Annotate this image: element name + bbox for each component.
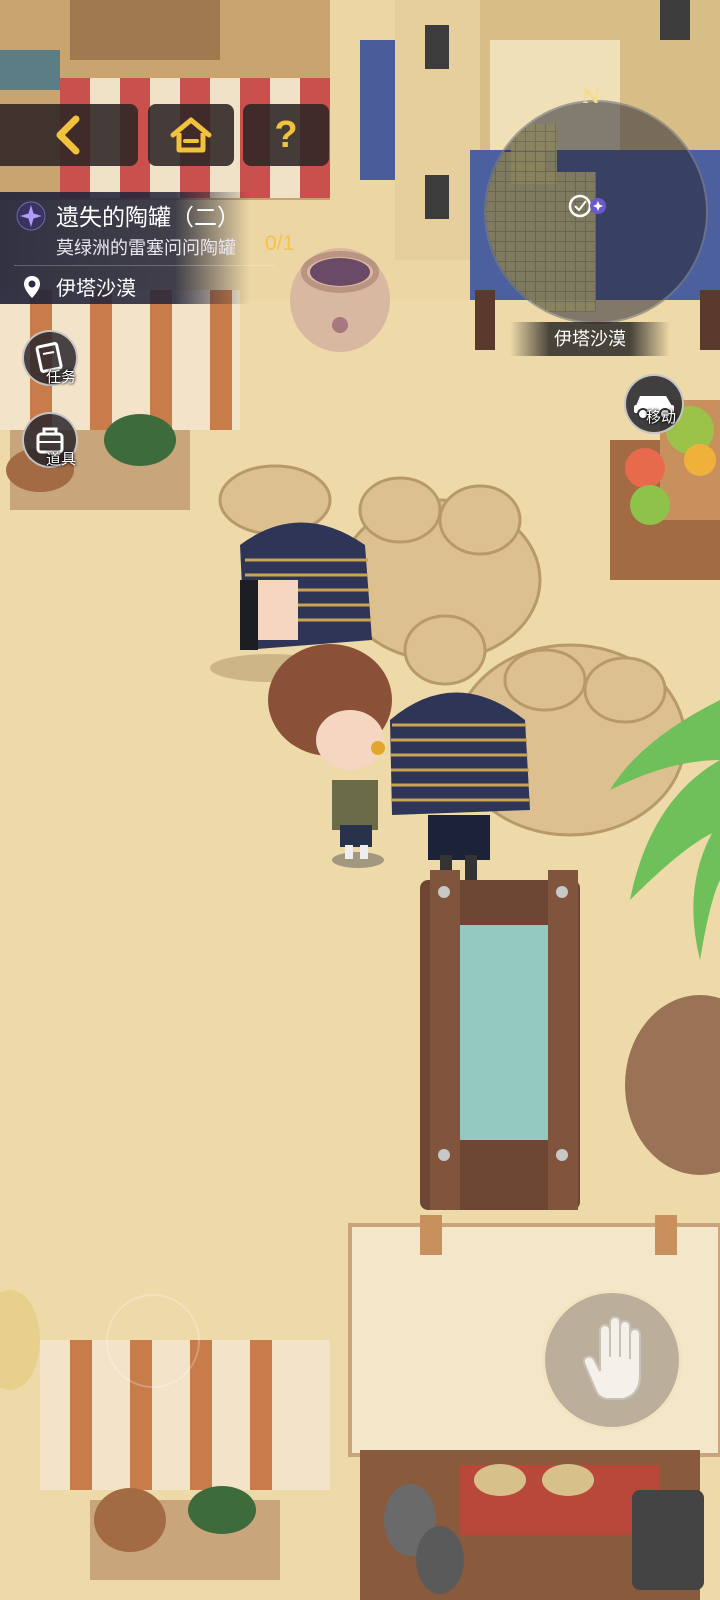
building-top-left — [0, 0, 330, 200]
tasks-label: 任务 — [46, 369, 77, 386]
quest-location: 伊塔沙漠 — [56, 278, 136, 300]
quest-tracker[interactable]: 遗失的陶罐（二） 莫绿洲的雷塞问问陶罐 0/1 伊塔沙漠 — [0, 192, 294, 304]
minimap-terrain — [486, 124, 606, 322]
pottery-jar — [290, 248, 390, 352]
minimap-area-name: 伊塔沙漠 — [510, 322, 670, 356]
help-button[interactable]: ? — [243, 104, 329, 166]
quest-progress: 0/1 — [265, 232, 295, 255]
minimap[interactable] — [484, 100, 708, 324]
quest-divider — [14, 265, 274, 266]
compass-north-label: N — [582, 84, 601, 108]
interact-button[interactable] — [542, 1290, 682, 1430]
move-label: 移动 — [646, 409, 677, 426]
hand-icon — [582, 1315, 641, 1400]
back-button[interactable] — [0, 104, 138, 166]
map-pin-icon — [24, 276, 40, 298]
water-trough — [420, 870, 580, 1210]
quest-title: 遗失的陶罐（二） — [56, 204, 240, 230]
items-label: 道具 — [46, 451, 77, 468]
quest-description: 莫绿洲的雷塞问问陶罐 — [56, 238, 236, 258]
home-icon — [170, 117, 212, 153]
chevron-left-icon — [56, 115, 80, 155]
virtual-joystick[interactable] — [106, 1294, 200, 1388]
top-nav-bar: ? — [0, 104, 330, 166]
help-icon: ? — [274, 114, 298, 156]
home-button[interactable] — [148, 104, 234, 166]
sparkle-star-icon — [16, 201, 46, 231]
